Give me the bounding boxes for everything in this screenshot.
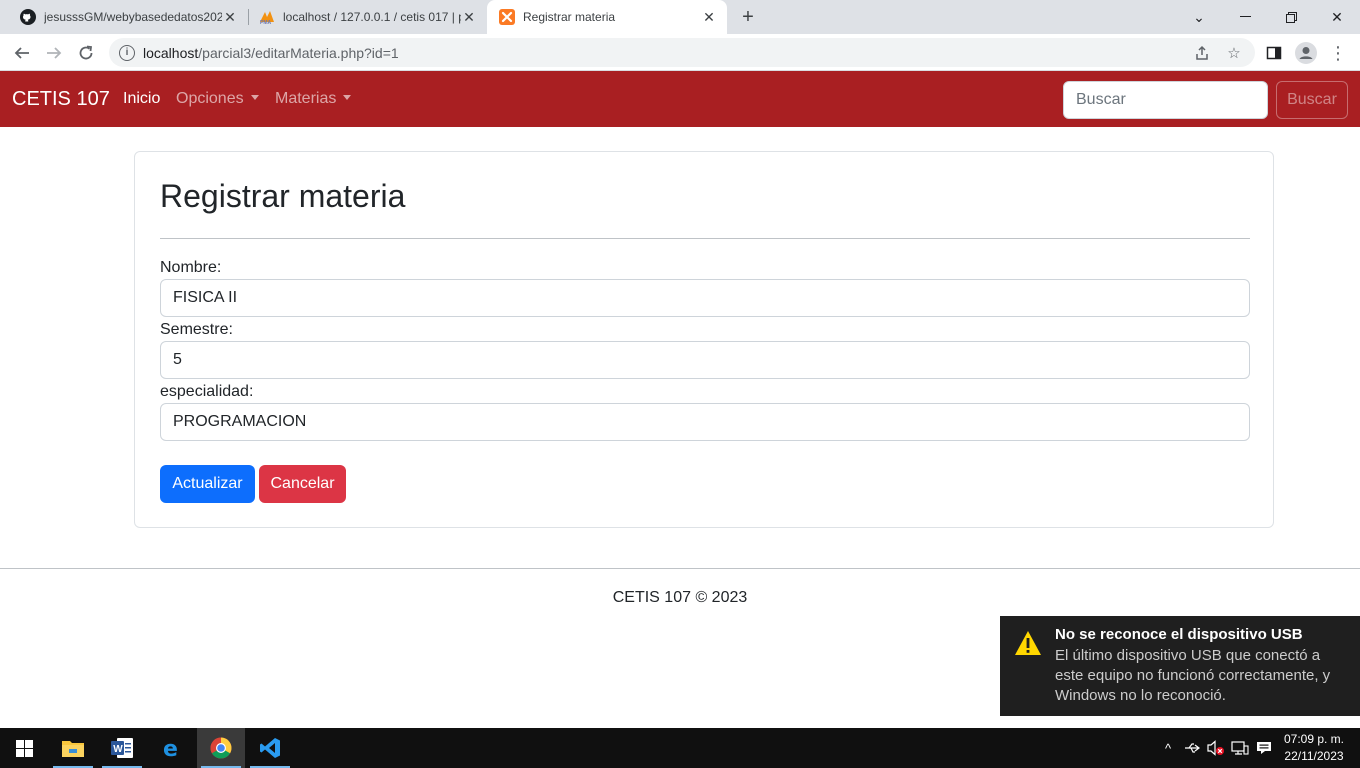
- reload-icon[interactable]: [74, 41, 98, 65]
- chevron-up-icon[interactable]: ^: [1159, 739, 1177, 757]
- semestre-label: Semestre:: [160, 321, 233, 338]
- back-arrow-icon[interactable]: [10, 41, 34, 65]
- close-icon[interactable]: ✕: [701, 9, 717, 26]
- search-input[interactable]: [1063, 81, 1268, 119]
- file-explorer-icon[interactable]: [49, 728, 97, 768]
- especialidad-label: especialidad:: [160, 383, 254, 400]
- profile-avatar-icon[interactable]: [1294, 41, 1318, 65]
- nav-dropdown-materias[interactable]: Materias: [275, 90, 352, 108]
- phpmyadmin-icon: PMA: [259, 9, 275, 25]
- notification-body: El último dispositivo USB que conectó a …: [1055, 647, 1331, 704]
- nombre-label: Nombre:: [160, 259, 222, 276]
- site-navbar: CETIS 107 Inicio Opciones Materias Busca…: [0, 71, 1360, 127]
- word-icon[interactable]: W: [98, 728, 146, 768]
- close-icon[interactable]: ✕: [222, 9, 238, 26]
- side-panel-icon[interactable]: [1262, 41, 1286, 65]
- svg-text:W: W: [113, 744, 123, 755]
- footer-divider: [0, 568, 1360, 569]
- windows-logo-icon: [15, 739, 33, 757]
- bookmark-star-icon[interactable]: ☆: [1225, 44, 1243, 62]
- tab-github[interactable]: jesusssGM/webybasededatos202 ✕: [0, 0, 248, 34]
- navbar-brand[interactable]: CETIS 107: [12, 88, 110, 111]
- svg-text:e: e: [163, 737, 178, 759]
- network-icon[interactable]: [1231, 739, 1249, 757]
- tab-registrar-materia[interactable]: Registrar materia ✕: [487, 0, 727, 34]
- semestre-field[interactable]: [160, 341, 1250, 379]
- notification-title: No se reconoce el dispositivo USB: [1055, 626, 1303, 643]
- clock-date: 22/11/2023: [1284, 749, 1344, 763]
- message-icon[interactable]: [1255, 739, 1273, 757]
- url-host: localhost: [143, 44, 199, 61]
- site-info-icon[interactable]: i: [119, 44, 135, 61]
- divider: [160, 238, 1250, 239]
- new-tab-button[interactable]: +: [738, 6, 758, 29]
- start-button[interactable]: [0, 728, 48, 768]
- forward-arrow-icon[interactable]: [42, 41, 66, 65]
- edge-icon[interactable]: e: [148, 728, 196, 768]
- nav-dropdown-opciones[interactable]: Opciones: [176, 90, 259, 108]
- close-window-icon[interactable]: ✕: [1314, 0, 1360, 34]
- more-menu-icon[interactable]: ⋮: [1326, 41, 1350, 65]
- url-path: /parcial3/editarMateria.php?id=1: [198, 44, 399, 61]
- caret-down-icon: [250, 95, 259, 100]
- form-card: Registrar materia Nombre: Semestre: espe…: [134, 151, 1274, 528]
- speaker-muted-icon[interactable]: [1207, 739, 1225, 757]
- url-text: localhost/parcial3/editarMateria.php?id=…: [143, 45, 399, 61]
- browser-toolbar: i localhost/parcial3/editarMateria.php?i…: [0, 34, 1360, 71]
- system-clock[interactable]: 07:09 p. m. 22/11/2023: [1281, 731, 1347, 765]
- nav-dropdown-label: Materias: [275, 90, 337, 107]
- tab-title: localhost / 127.0.0.1 / cetis 017 | p: [283, 10, 461, 24]
- close-icon[interactable]: ✕: [461, 9, 477, 26]
- tab-phpmyadmin[interactable]: PMA localhost / 127.0.0.1 / cetis 017 | …: [239, 0, 487, 34]
- address-bar[interactable]: i localhost/parcial3/editarMateria.php?i…: [109, 38, 1255, 67]
- tab-title: Registrar materia: [523, 10, 616, 24]
- browser-tab-strip: jesusssGM/webybasededatos202 ✕ PMA local…: [0, 0, 1360, 34]
- nav-dropdown-label: Opciones: [176, 90, 244, 107]
- usb-icon[interactable]: [1183, 739, 1201, 757]
- nombre-field[interactable]: [160, 279, 1250, 317]
- minimize-icon[interactable]: [1222, 0, 1268, 34]
- nav-link-inicio[interactable]: Inicio: [123, 90, 160, 108]
- cancel-button[interactable]: Cancelar: [259, 465, 346, 503]
- footer-text: CETIS 107 © 2023: [612, 589, 748, 606]
- tab-title: jesusssGM/webybasededatos202: [44, 10, 222, 24]
- page-title: Registrar materia: [160, 178, 406, 214]
- svg-text:PMA: PMA: [260, 20, 272, 25]
- warning-icon: [1014, 630, 1042, 661]
- windows-taskbar: W e ^ 07:09 p. m. 22/11/2023: [0, 728, 1360, 768]
- update-button[interactable]: Actualizar: [160, 465, 255, 503]
- vscode-icon[interactable]: [246, 728, 294, 768]
- restore-icon[interactable]: [1268, 0, 1314, 34]
- chrome-icon[interactable]: [197, 728, 245, 768]
- search-button[interactable]: Buscar: [1276, 81, 1348, 119]
- caret-down-icon: [343, 95, 352, 100]
- usb-notification[interactable]: No se reconoce el dispositivo USB El últ…: [1000, 616, 1360, 716]
- clock-time: 07:09 p. m.: [1283, 732, 1345, 746]
- xampp-icon: [499, 9, 515, 25]
- tab-search-icon[interactable]: ⌄: [1176, 0, 1222, 34]
- share-icon[interactable]: [1193, 44, 1211, 62]
- especialidad-field[interactable]: [160, 403, 1250, 441]
- github-icon: [20, 9, 36, 25]
